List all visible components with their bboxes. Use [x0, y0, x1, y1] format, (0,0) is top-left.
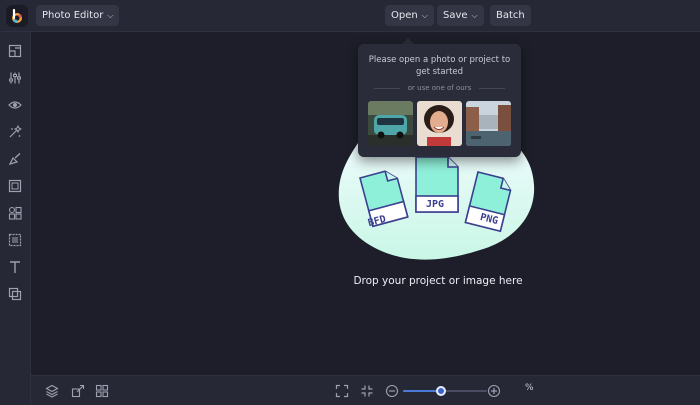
sample-photo-van[interactable] [368, 101, 413, 146]
zoom-out-icon[interactable] [385, 384, 399, 398]
drop-zone-illustration [338, 119, 535, 260]
zoom-in-icon[interactable] [487, 384, 501, 398]
popup-divider: or use one of ours [368, 83, 511, 93]
fit-screen-icon[interactable] [335, 384, 349, 398]
layers-icon[interactable] [45, 384, 59, 398]
transform-icon[interactable] [71, 384, 85, 398]
drop-zone-message: Drop your project or image here [353, 275, 523, 287]
zoom-slider-thumb[interactable] [436, 386, 446, 396]
sample-photo-canal[interactable] [466, 101, 511, 146]
bottom-toolbar: % [31, 375, 700, 405]
open-popup: Please open a photo or project to get st… [358, 44, 521, 157]
canal-photo-image [466, 101, 511, 146]
zoom-percent-label[interactable]: % [525, 383, 534, 393]
woman-photo-image [417, 101, 462, 146]
van-photo-image [368, 101, 413, 146]
file-type-label-jpg: JPG [426, 199, 445, 210]
sample-photo-woman[interactable] [417, 101, 462, 146]
popup-title: Please open a photo or project to get st… [368, 55, 511, 77]
grid-icon[interactable] [95, 384, 109, 398]
zoom-slider[interactable] [403, 386, 487, 396]
actual-size-icon[interactable] [360, 384, 374, 398]
popup-or-text: or use one of ours [407, 84, 472, 92]
